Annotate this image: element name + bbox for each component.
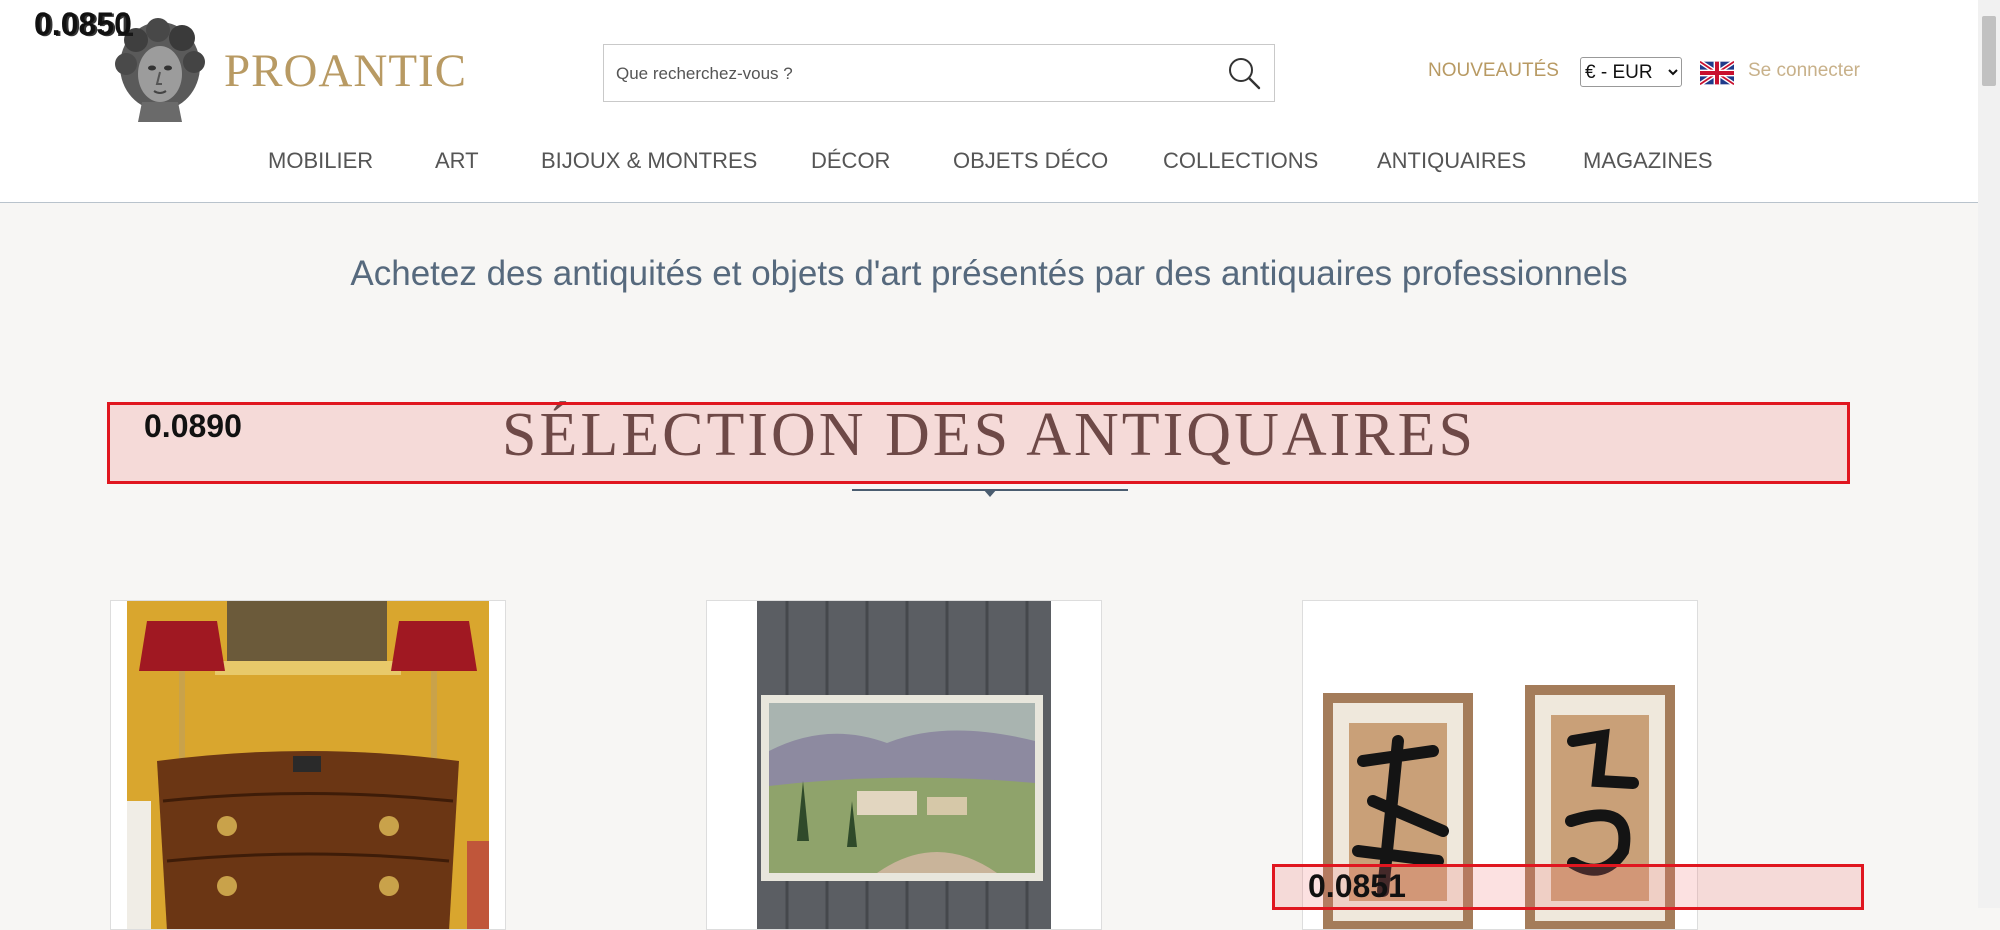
product-card-commode[interactable]: [110, 600, 506, 930]
site-header: PROANTIC NOUVEAUTÉS € - EUR Se connecter…: [0, 0, 1978, 203]
title-score-label: 0.0890: [144, 408, 242, 444]
nav-item-art[interactable]: ART: [435, 148, 479, 174]
nav-item-magazines[interactable]: MAGAZINES: [1583, 148, 1713, 174]
painting-image: [757, 601, 1051, 929]
login-link[interactable]: Se connecter: [1748, 60, 1860, 82]
nouveautes-link[interactable]: NOUVEAUTÉS: [1428, 60, 1559, 82]
nav-item-antiquaires[interactable]: ANTIQUAIRES: [1377, 148, 1526, 174]
tagline: Achetez des antiquités et objets d'art p…: [350, 254, 1628, 293]
nav-item-bijoux-montres[interactable]: BIJOUX & MONTRES: [541, 148, 757, 174]
scrollbar-thumb[interactable]: [1982, 16, 1996, 86]
main-nav: MOBILIER ART BIJOUX & MONTRES DÉCOR OBJE…: [0, 148, 1978, 178]
card-score-label: 0.0851: [1308, 868, 1406, 904]
title-highlight-box: [107, 402, 1850, 484]
divider-caret-icon: [983, 489, 997, 497]
nav-item-collections[interactable]: COLLECTIONS: [1163, 148, 1318, 174]
nav-item-mobilier[interactable]: MOBILIER: [268, 148, 373, 174]
commode-image: [127, 601, 489, 929]
search-input[interactable]: [614, 45, 1178, 103]
currency-select[interactable]: € - EUR: [1580, 57, 1682, 87]
brand-name[interactable]: PROANTIC: [224, 44, 467, 98]
nav-item-objets-deco[interactable]: OBJETS DÉCO: [953, 148, 1108, 174]
nav-item-decor[interactable]: DÉCOR: [811, 148, 890, 174]
logo-score-label-overlap: 0.0851: [36, 7, 134, 43]
uk-flag-icon[interactable]: [1700, 61, 1734, 85]
search-box: [603, 44, 1275, 103]
magnifier-icon[interactable]: [1226, 55, 1262, 91]
product-card-painting[interactable]: [706, 600, 1102, 930]
page-scrollbar[interactable]: [1978, 0, 2000, 908]
